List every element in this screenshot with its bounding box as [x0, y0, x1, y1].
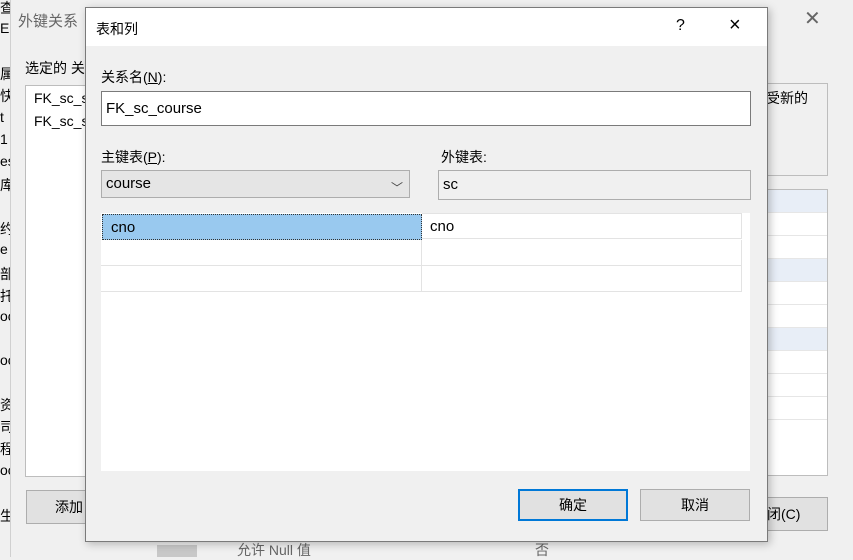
property-row[interactable] [767, 236, 827, 259]
properties-grid[interactable] [766, 189, 828, 476]
relation-list-item[interactable]: FK_sc_s [34, 113, 88, 129]
dialog-title: 表和列 [96, 21, 138, 37]
left-text: 查 [0, 0, 10, 16]
left-text: 库 [0, 177, 10, 193]
property-row[interactable] [767, 305, 827, 328]
left-text: 属 [0, 66, 10, 82]
description-text: 受新的 [766, 90, 808, 106]
relation-list-item[interactable]: FK_sc_s [34, 90, 88, 106]
property-row[interactable] [767, 374, 827, 397]
tables-and-columns-dialog: 表和列 ? × 关系名(N): FK_sc_course 主键表(P): cou… [85, 7, 768, 542]
left-text: 资 [0, 397, 10, 413]
title-bar: 表和列 ? × [86, 8, 767, 46]
left-text: 部 [0, 266, 10, 282]
left-text: 1 [0, 131, 8, 147]
primary-column-cell[interactable] [101, 266, 422, 292]
left-text: 约 [0, 221, 10, 237]
background-dialog-title: 外键关系 [18, 13, 79, 30]
left-text: 托 [0, 288, 10, 304]
primary-table-value: course [106, 175, 152, 192]
left-panel-truncated: 查 EF 属 快 t 1 es 库 约 e 部 托 oc oc 资 司 程 oc… [0, 0, 10, 557]
property-row[interactable] [767, 190, 827, 213]
property-row[interactable] [767, 259, 827, 282]
primary-column-cell[interactable]: cno [102, 214, 422, 240]
property-row[interactable] [767, 397, 827, 420]
left-text: 快 [0, 88, 10, 104]
left-text: 程 [0, 441, 10, 457]
left-text: e [0, 241, 8, 257]
foreign-column-cell[interactable]: cno [422, 213, 742, 239]
foreign-table-field: sc [438, 170, 751, 200]
add-button[interactable]: 添加 [26, 490, 88, 524]
primary-table-label: 主键表(P): [101, 149, 166, 165]
bottom-marker [157, 545, 197, 557]
foreign-column-cell[interactable] [422, 240, 742, 266]
columns-grid[interactable]: cno cno [101, 213, 750, 471]
foreign-column-cell[interactable] [422, 266, 742, 292]
ok-button[interactable]: 确定 [518, 489, 628, 521]
property-row[interactable] [767, 328, 827, 351]
left-text: t [0, 109, 4, 125]
primary-table-select[interactable]: course ﹀ [101, 170, 410, 198]
relations-list[interactable]: FK_sc_s FK_sc_s [25, 85, 88, 477]
primary-column-cell[interactable] [101, 240, 422, 266]
background-close-icon[interactable]: ✕ [804, 6, 821, 31]
cancel-button[interactable]: 取消 [640, 489, 750, 521]
help-icon[interactable]: ? [676, 17, 685, 35]
relation-name-label: 关系名(N): [101, 69, 167, 85]
left-text: EF [0, 20, 10, 36]
allow-null-label: 允许 Null 值 [237, 542, 311, 558]
allow-null-value: 否 [535, 542, 549, 558]
property-row[interactable] [767, 213, 827, 236]
chevron-down-icon[interactable]: ﹀ [391, 175, 403, 201]
foreign-table-label: 外键表: [441, 149, 487, 165]
left-text: oc [0, 352, 10, 368]
close-icon[interactable]: × [729, 14, 741, 37]
property-row[interactable] [767, 282, 827, 305]
relation-name-input[interactable]: FK_sc_course [101, 91, 751, 126]
left-text: 生 [0, 508, 10, 524]
property-row[interactable] [767, 351, 827, 374]
left-text: oc [0, 308, 10, 324]
selected-relations-label: 选定的 关 [25, 60, 85, 76]
left-text: es [0, 153, 10, 169]
left-text: oc [0, 462, 10, 478]
left-text: 司 [0, 419, 10, 435]
close-button[interactable]: 闭(C) [766, 497, 828, 531]
